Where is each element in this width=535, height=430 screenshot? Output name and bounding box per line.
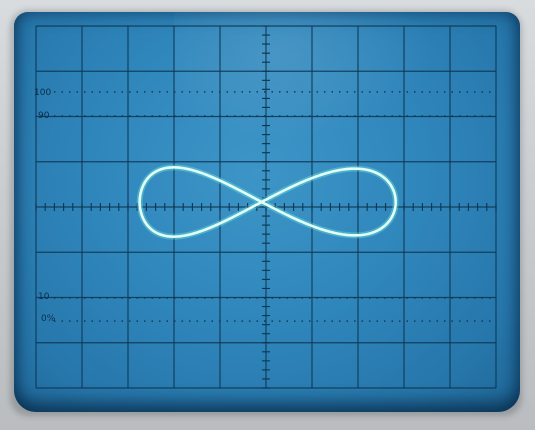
trace-glow	[136, 164, 399, 240]
scale-label-0-percent: 0%	[41, 314, 56, 324]
scale-label-10: 10	[38, 292, 50, 302]
oscilloscope-screen: 100 90 10 0%	[14, 12, 520, 412]
graticule-display	[35, 25, 497, 389]
scale-label-90: 90	[38, 111, 50, 121]
lissajous-trace	[136, 164, 399, 240]
scale-label-100: 100	[34, 88, 52, 98]
